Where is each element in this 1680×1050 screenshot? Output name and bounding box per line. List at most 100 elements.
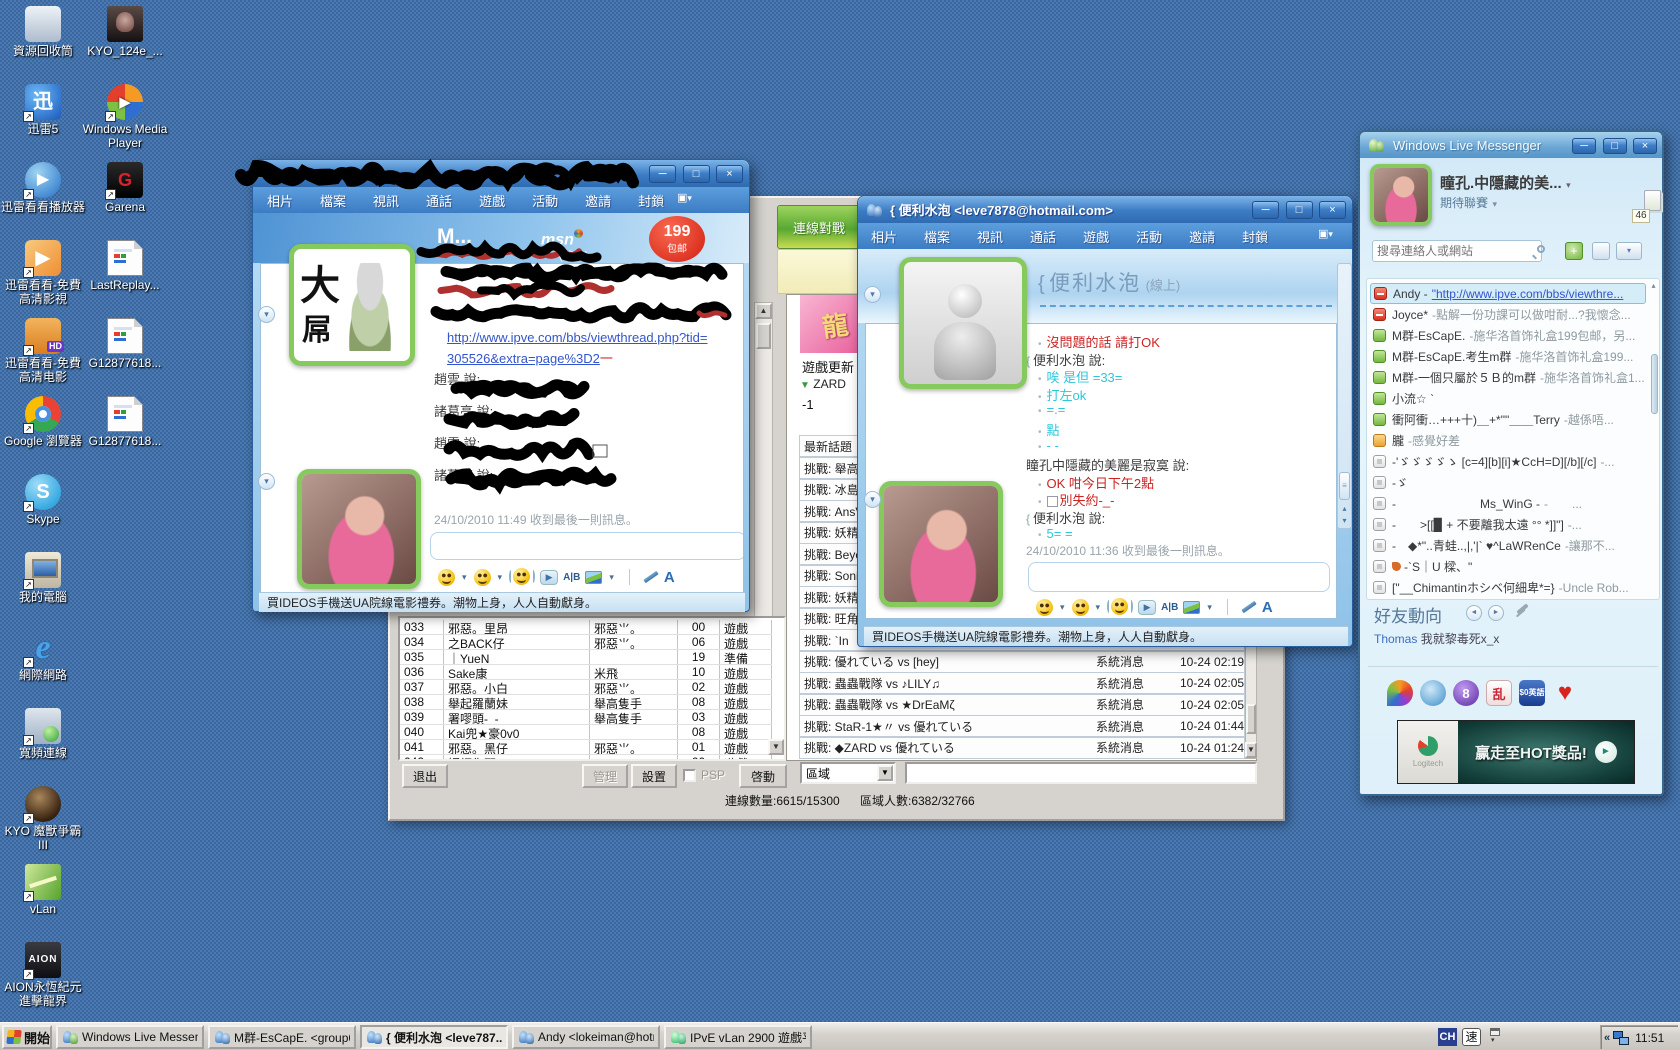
network-tray-icon[interactable]: [1613, 1030, 1630, 1045]
taskbar-button[interactable]: { 便利水泡 <leve787...: [360, 1025, 508, 1049]
collapse-avatar-button[interactable]: ▾: [258, 306, 275, 323]
close-button[interactable]: ×: [1633, 138, 1657, 154]
layout-options-icon[interactable]: ▾: [1616, 242, 1642, 260]
challenge-row[interactable]: 挑戰: ◆ZARD vs 優れている 系統消息 10-24 01:24: [799, 736, 1245, 759]
desktop-icon-recycle-bin[interactable]: 資源回收筒: [0, 6, 86, 59]
logitech-ad[interactable]: Logitech 赢走至HOT獎品! ►: [1397, 720, 1635, 784]
photo-icon[interactable]: [585, 570, 603, 584]
nudge-icon[interactable]: [509, 568, 536, 586]
smiley-icon[interactable]: [438, 568, 455, 586]
desktop-icon-windows-media-player[interactable]: ▶ ↗ Windows Media Player: [82, 84, 168, 151]
scroll-thumb[interactable]: ≡: [1339, 472, 1350, 500]
desktop-icon-xunlei-kankan-hd-video[interactable]: ▶ ↗ 迅雷看看-免費高清影視: [0, 240, 86, 307]
nudge-icon[interactable]: [1107, 598, 1134, 616]
desktop-icon-xunlei-kankan-hd-movie[interactable]: HD ↗ 迅雷看看-免費高清电影: [0, 318, 86, 385]
contact-avatar[interactable]: 大 屌: [289, 244, 415, 366]
scroll-thumb[interactable]: [756, 323, 771, 349]
contact-row[interactable]: Joyce* -點解一份功課可以做咁耐...?我懷念...: [1370, 304, 1646, 325]
start-button[interactable]: 開始: [2, 1025, 52, 1049]
menu-chat1[interactable]: 檔案: [320, 191, 346, 210]
minimize-button[interactable]: ─: [1252, 201, 1280, 219]
contact-row[interactable]: -'ゞゞゞゞゝ [c=4][b][i]★CcH=D][/b][/c] -...: [1370, 451, 1646, 472]
start-button[interactable]: 啓動: [739, 764, 787, 788]
toolbar-restore-icon[interactable]: [1490, 1028, 1500, 1036]
region-select[interactable]: 區域 ▼: [800, 762, 896, 784]
menu-overflow-icon[interactable]: ▣▾: [1318, 227, 1348, 245]
desktop-icon-g12877618-file-1[interactable]: G12877618...: [82, 318, 168, 371]
wink-smiley-icon[interactable]: [473, 568, 491, 586]
exit-button[interactable]: 退出: [402, 764, 448, 788]
minimize-button[interactable]: ─: [649, 165, 677, 183]
close-button[interactable]: ×: [1319, 201, 1346, 219]
menu-chat2[interactable]: 遊戲: [1083, 227, 1109, 246]
message-input[interactable]: [1028, 562, 1330, 592]
contact-row[interactable]: 小流☆ `: [1370, 388, 1646, 409]
shared-link-line2[interactable]: 305526&extra=page%3D2: [447, 351, 600, 366]
textcolor-icon[interactable]: A: [1262, 599, 1273, 616]
desktop-icon-google-chrome[interactable]: ↗ Google 瀏覽器: [0, 396, 86, 449]
scroll-thumb[interactable]: [1246, 704, 1256, 734]
contact-row[interactable]: 朧 -感覺好差: [1370, 430, 1646, 451]
add-contact-icon[interactable]: +: [1565, 242, 1583, 260]
message-input[interactable]: [430, 532, 743, 560]
contact-row[interactable]: -`S｜U 樑、": [1370, 556, 1646, 577]
collapse-self-avatar-button[interactable]: ▾: [258, 473, 275, 490]
contact-row[interactable]: M群-EsCapE.考生m群 -施华洛首饰礼盒199...: [1370, 346, 1646, 367]
contact-row[interactable]: M群-一個只屬於５Ｂ的m群 -施华洛首饰礼盒1...: [1370, 367, 1646, 388]
desktop-icon-vlan[interactable]: ↗ vLan: [0, 864, 86, 917]
dropdown-icon[interactable]: ▾: [498, 572, 503, 583]
taskbar-button[interactable]: Andy <lokeiman@hotmail...: [512, 1025, 660, 1049]
online-battle-tab[interactable]: 連線對戰: [777, 205, 861, 249]
challenge-row[interactable]: 挑戰: StaR-1★〃 vs 優れている 系統消息 10-24 01:44: [799, 715, 1245, 737]
self-avatar[interactable]: [879, 481, 1003, 607]
language-indicator[interactable]: CH: [1438, 1028, 1457, 1046]
butterfly-icon[interactable]: [1387, 680, 1413, 706]
handwrite-icon[interactable]: [643, 570, 659, 584]
menu-chat1[interactable]: 活動: [532, 191, 558, 210]
taskbar-button[interactable]: M群-EsCapE. <group698...: [208, 1025, 356, 1049]
desktop-icon-g12877618-file-2[interactable]: G12877618...: [82, 396, 168, 449]
clock[interactable]: 11:51: [1635, 1031, 1664, 1045]
contacts-scroll-thumb[interactable]: [1651, 354, 1658, 414]
luan-icon[interactable]: 乱: [1486, 680, 1512, 706]
feed-settings-icon[interactable]: [1516, 603, 1529, 615]
menu-chat2[interactable]: 檔案: [924, 227, 950, 246]
challenge-row[interactable]: 挑戰: 蟲蟲戰隊 vs ♪LILY♫ 系統消息 10-24 02:05: [799, 672, 1245, 694]
maximize-button[interactable]: □: [682, 165, 710, 183]
title-bar[interactable]: Windows Live Messenger ─ □ ×: [1360, 132, 1662, 158]
handwrite-icon[interactable]: [1241, 600, 1257, 614]
menu-chat2[interactable]: 通話: [1030, 227, 1056, 246]
textcolor-icon[interactable]: A: [664, 569, 675, 586]
collapse-self-avatar-button[interactable]: ▾: [864, 491, 881, 508]
menu-chat2[interactable]: 活動: [1136, 227, 1162, 246]
buddy-icon[interactable]: [1420, 680, 1446, 706]
game-update-label[interactable]: 遊戲更新: [802, 357, 854, 376]
table-row[interactable]: 042媽經你野 00遊戲: [400, 755, 772, 759]
self-avatar[interactable]: [297, 469, 421, 589]
dropdown-icon[interactable]: ▾: [1060, 602, 1065, 613]
taskbar-button[interactable]: IPvE vLan 2900 遊戲平台: [664, 1025, 812, 1049]
table-row[interactable]: 035 ｜YueN 19 準備: [400, 650, 772, 665]
dropdown-icon[interactable]: ▾: [1096, 602, 1101, 613]
challenge-row[interactable]: 挑戰: 蟲蟲戰隊 vs ★DrEaMζ 系統消息 10-24 02:05: [799, 693, 1245, 716]
tray-chevron-icon[interactable]: «: [1604, 1032, 1610, 1044]
search-icon[interactable]: [1532, 244, 1545, 260]
menu-overflow-icon[interactable]: ▣▾: [677, 191, 707, 209]
contact-row[interactable]: 衝阿衝…+++十)＿+*""＿＿Terry -越係唔...: [1370, 409, 1646, 430]
close-button[interactable]: ×: [716, 165, 743, 183]
user-name[interactable]: 瞳孔.中隱藏的美... ▾: [1440, 172, 1571, 193]
zard-node[interactable]: ▼ ZARD: [800, 377, 846, 391]
toolbar-expand-icon[interactable]: ▾: [1491, 1036, 1495, 1044]
maximize-button[interactable]: □: [1602, 138, 1627, 154]
region-select-arrow-icon[interactable]: ▼: [877, 765, 893, 781]
ad-strip[interactable]: 買IDEOS手機送UA院線電影禮券。潮物上身，人人自動獻身。: [864, 626, 1348, 646]
psp-checkbox[interactable]: [683, 769, 696, 782]
ime-indicator[interactable]: 速: [1462, 1028, 1481, 1046]
table-row[interactable]: 034 之BACK仔 邪惡⺌。 06 遊戲: [400, 635, 772, 650]
maximize-button[interactable]: □: [1285, 201, 1313, 219]
contact-status-link[interactable]: "http://www.ipve.com/bbs/viewthre...: [1432, 287, 1624, 301]
voiceclip-icon[interactable]: ▶: [540, 569, 559, 585]
contact-row[interactable]: M群-EsCapE. -施华洛首饰礼盒199包邮，另...: [1370, 325, 1646, 346]
user-avatar[interactable]: [1370, 164, 1432, 226]
lobby-left-scrollbar[interactable]: ▲ ▼: [754, 302, 773, 647]
